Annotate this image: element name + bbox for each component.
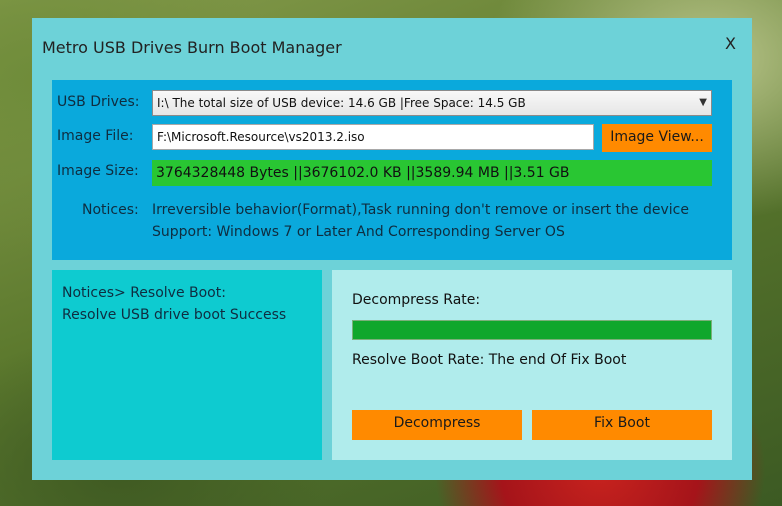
close-button[interactable]: X [725, 34, 736, 53]
resolve-boot-rate: Resolve Boot Rate: The end Of Fix Boot [352, 352, 627, 368]
notices-label: Notices: [82, 202, 139, 218]
usb-drives-label: USB Drives: [57, 94, 140, 110]
notices-line-2: Support: Windows 7 or Later And Correspo… [152, 224, 565, 240]
decompress-button[interactable]: Decompress [352, 410, 522, 440]
progress-panel: Decompress Rate: Resolve Boot Rate: The … [332, 270, 732, 460]
fix-boot-button[interactable]: Fix Boot [532, 410, 712, 440]
decompress-rate-label: Decompress Rate: [352, 292, 481, 308]
window-title: Metro USB Drives Burn Boot Manager [42, 38, 342, 57]
notices-line-1: Irreversible behavior(Format),Task runni… [152, 202, 689, 218]
image-size-label: Image Size: [57, 163, 139, 179]
log-line-2: Resolve USB drive boot Success [62, 307, 287, 323]
image-file-label: Image File: [57, 128, 134, 144]
usb-drives-value: I:\ The total size of USB device: 14.6 G… [157, 96, 526, 110]
decompress-progress-fill [353, 321, 711, 339]
log-line-1: Notices> Resolve Boot: [62, 285, 226, 301]
app-window: Metro USB Drives Burn Boot Manager X USB… [32, 18, 752, 480]
chevron-down-icon[interactable]: ▼ [699, 91, 707, 115]
log-panel: Notices> Resolve Boot: Resolve USB drive… [52, 270, 322, 460]
image-file-input[interactable]: F:\Microsoft.Resource\vs2013.2.iso [152, 124, 594, 150]
image-view-button[interactable]: Image View... [602, 124, 712, 152]
usb-drives-select[interactable]: I:\ The total size of USB device: 14.6 G… [152, 90, 712, 116]
decompress-progress-bar [352, 320, 712, 340]
image-size-value: 3764328448 Bytes ||3676102.0 KB ||3589.9… [152, 160, 712, 186]
settings-panel: USB Drives: I:\ The total size of USB de… [52, 80, 732, 260]
